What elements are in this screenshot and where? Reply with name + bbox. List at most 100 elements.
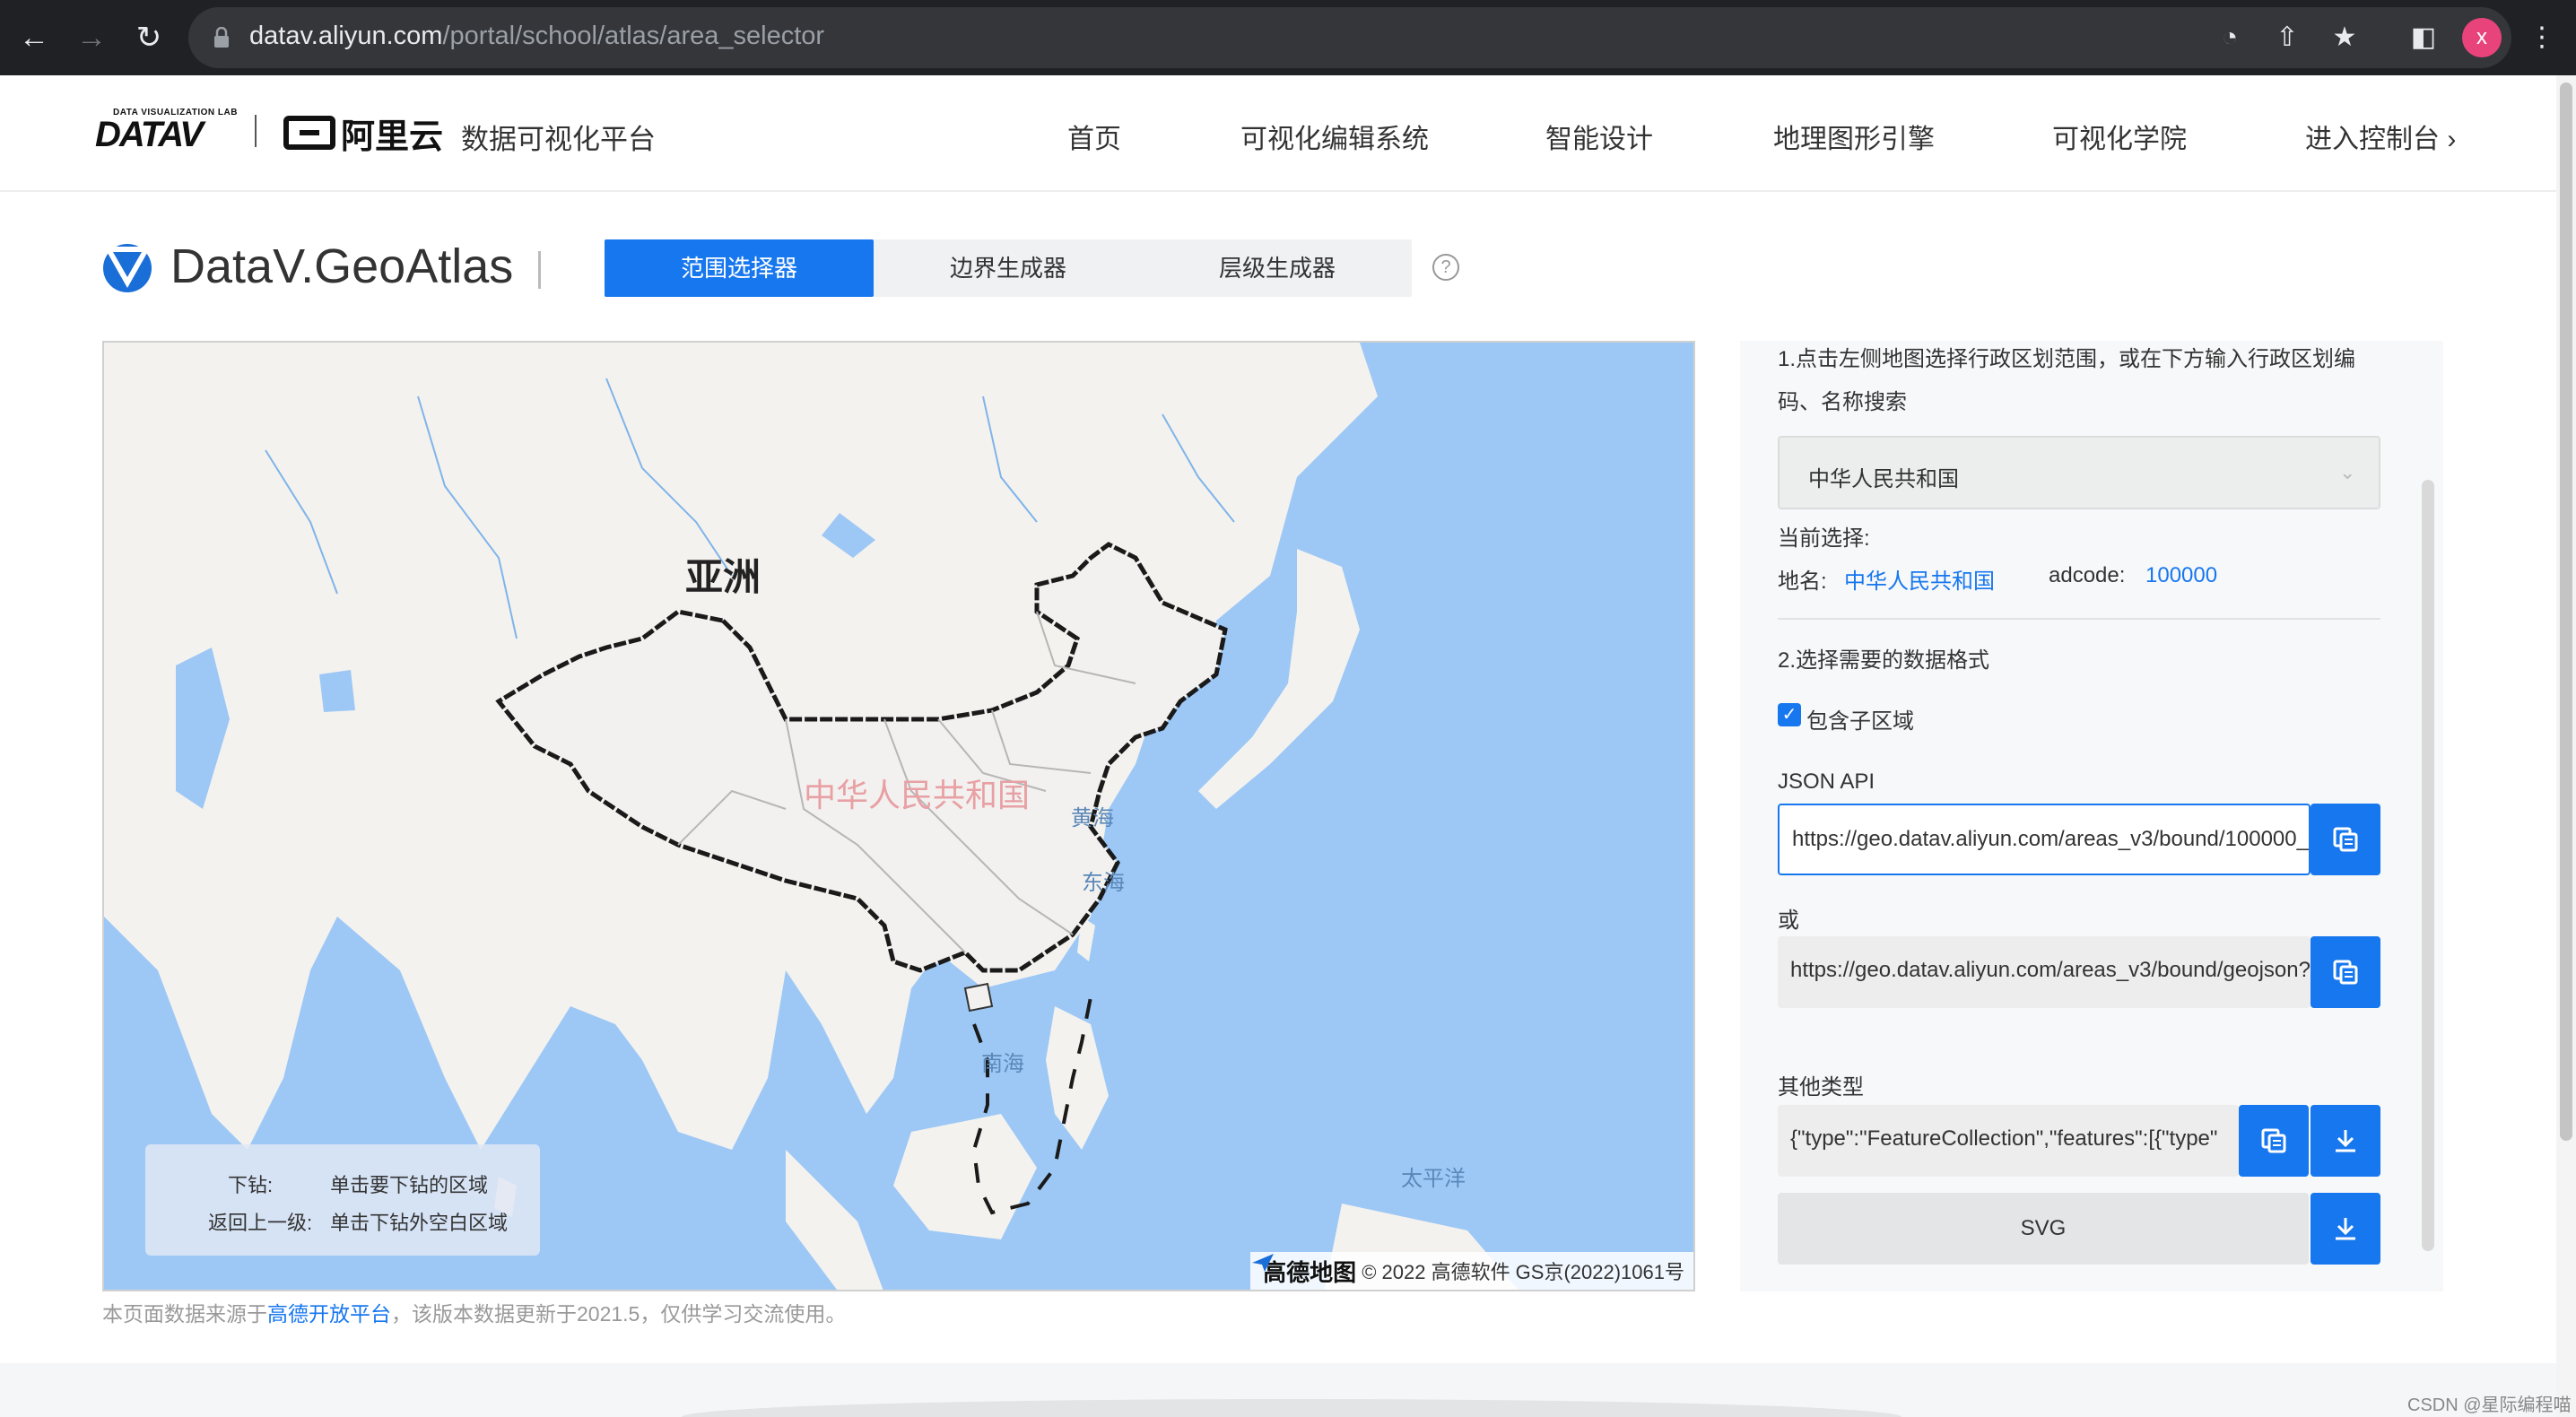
- panel-divider: [1778, 618, 2380, 620]
- copy-icon: [2333, 960, 2358, 985]
- map-label-south-sea: 南海: [981, 1052, 1024, 1076]
- land-philippines: [1046, 1006, 1109, 1150]
- nav-smart-design[interactable]: 智能设计: [1545, 117, 1653, 156]
- datav-logo[interactable]: DATA VISUALIZATION LAB DATAV: [95, 108, 237, 158]
- map-canvas[interactable]: 亚洲 中华人民共和国 黄海 东海 南海 太平洋 下钻: 单击要下钻的区域 返回上…: [102, 341, 1695, 1291]
- profile-avatar[interactable]: x: [2462, 18, 2502, 57]
- lock-icon: [214, 27, 229, 48]
- nav-editor[interactable]: 可视化编辑系统: [1240, 117, 1429, 156]
- source-note-suffix: ，该版本数据更新于2021.5，仅供学习交流使用。: [391, 1302, 847, 1326]
- address-bar[interactable]: datav.aliyun.com/portal/school/atlas/are…: [188, 7, 2511, 68]
- site-header: DATA VISUALIZATION LAB DATAV 阿里云 数据可视化平台…: [0, 75, 2556, 192]
- url-text: datav.aliyun.com/portal/school/atlas/are…: [249, 22, 825, 50]
- region-select-value: 中华人民共和国: [1808, 467, 1959, 491]
- geojson-url-field[interactable]: https://geo.datav.aliyun.com/areas_v3/bo…: [1778, 936, 2311, 1008]
- copy-icon: [2333, 827, 2358, 852]
- nav-academy[interactable]: 可视化学院: [2052, 117, 2187, 156]
- download-icon: [2336, 1218, 2355, 1240]
- json-api-label: JSON API: [1778, 769, 1875, 794]
- hint-up-value: 单击下钻外空白区域: [330, 1212, 509, 1234]
- json-api-url-field[interactable]: https://geo.datav.aliyun.com/areas_v3/bo…: [1778, 804, 2311, 875]
- help-icon[interactable]: ?: [1432, 254, 1459, 281]
- tab-area-selector[interactable]: 范围选择器: [605, 239, 874, 297]
- geoatlas-brand[interactable]: DataV.GeoAtlas: [99, 235, 513, 298]
- map-label-yellow-sea: 黄海: [1071, 806, 1114, 830]
- hint-drill-key: 下钻:: [228, 1174, 274, 1196]
- hint-up-key: 返回上一级:: [208, 1212, 313, 1234]
- geoatlas-logo-icon: [103, 244, 152, 292]
- map-attribution: 高德地图 © 2022 高德软件 GS京(2022)1061号: [1250, 1252, 1693, 1290]
- page-scrollbar-thumb[interactable]: [2560, 83, 2572, 1141]
- or-label: 或: [1778, 908, 1799, 933]
- adcode-value[interactable]: 100000: [2145, 563, 2217, 588]
- include-subregions-checkbox[interactable]: ✓: [1778, 703, 1801, 726]
- tool-tabs: 范围选择器 边界生成器 层级生成器: [605, 239, 1412, 297]
- side-panel-icon[interactable]: ◧: [2406, 20, 2441, 56]
- aliyun-mark-icon: [283, 116, 335, 150]
- place-name-label: 地名:: [1778, 569, 1827, 594]
- performance-icon[interactable]: ◔: [2212, 20, 2248, 56]
- bookmark-star-icon[interactable]: ★: [2327, 20, 2363, 56]
- geojson-content-field[interactable]: {"type":"FeatureCollection","features":[…: [1778, 1105, 2239, 1177]
- download-icon: [2336, 1130, 2355, 1152]
- geojson-url-value: https://geo.datav.aliyun.com/areas_v3/bo…: [1790, 958, 2311, 982]
- copy-icon: [2261, 1128, 2286, 1153]
- aliyun-logo[interactable]: 阿里云: [283, 111, 443, 156]
- brand-divider: [538, 251, 541, 289]
- panel-scrollbar[interactable]: [2422, 480, 2434, 1251]
- data-source-note: 本页面数据来源于高德开放平台，该版本数据更新于2021.5，仅供学习交流使用。: [102, 1297, 846, 1327]
- nav-console[interactable]: 进入控制台 ›: [2305, 117, 2456, 156]
- csdn-watermark: CSDN @星际编程喵: [2407, 1395, 2572, 1415]
- attribution-text: © 2022 高德软件 GS京(2022)1061号: [1362, 1261, 1684, 1283]
- hainan-island: [963, 982, 994, 1013]
- amap-platform-link[interactable]: 高德开放平台: [267, 1302, 391, 1326]
- browser-toolbar: ← → ↻ datav.aliyun.com/portal/school/atl…: [0, 0, 2576, 75]
- map-hint-box: 下钻: 单击要下钻的区域 返回上一级: 单击下钻外空白区域: [145, 1144, 540, 1256]
- map-label-asia: 亚洲: [685, 556, 761, 598]
- place-name-value[interactable]: 中华人民共和国: [1844, 563, 1995, 595]
- platform-name: 数据可视化平台: [461, 124, 656, 155]
- json-api-url-value: https://geo.datav.aliyun.com/areas_v3/bo…: [1792, 827, 2311, 851]
- copy-json-api-button[interactable]: [2311, 804, 2380, 875]
- current-selection-label: 当前选择:: [1778, 526, 1870, 551]
- brand-name: DataV.GeoAtlas: [170, 239, 514, 293]
- forward-icon[interactable]: →: [72, 18, 111, 57]
- tab-boundary-generator[interactable]: 边界生成器: [874, 239, 1143, 297]
- land-sumatra: [786, 1150, 883, 1290]
- step2-instruction: 2.选择需要的数据格式: [1778, 648, 1990, 673]
- source-note-prefix: 本页面数据来源于: [102, 1302, 267, 1326]
- reload-icon[interactable]: ↻: [129, 18, 169, 57]
- bay-of-bengal: [526, 1060, 651, 1204]
- map-label-country: 中华人民共和国: [804, 777, 1031, 813]
- tab-level-generator[interactable]: 层级生成器: [1143, 239, 1412, 297]
- header-divider: [255, 115, 257, 147]
- download-geojson-button[interactable]: [2311, 1105, 2380, 1177]
- copy-geojson-content-button[interactable]: [2239, 1105, 2309, 1177]
- share-icon[interactable]: ⇧: [2269, 20, 2305, 56]
- amap-logo-text: 高德地图: [1263, 1258, 1357, 1286]
- include-subregions-label[interactable]: 包含子区域: [1806, 703, 1914, 735]
- data-panel: 1.点击左侧地图选择行政区划范围，或在下方输入行政区划编 码、名称搜索 中华人民…: [1740, 341, 2443, 1291]
- geojson-content-value: {"type":"FeatureCollection","features":[…: [1790, 1126, 2218, 1151]
- logo-wordmark: DATAV: [95, 115, 204, 154]
- amap-logo-icon: [1252, 1254, 1275, 1272]
- page-scrollbar[interactable]: [2556, 75, 2576, 1417]
- map-label-east-sea: 东海: [1082, 871, 1125, 895]
- aliyun-logo-text: 阿里云: [341, 117, 444, 156]
- nav-home[interactable]: 首页: [1067, 117, 1121, 156]
- download-svg-button[interactable]: [2311, 1193, 2380, 1265]
- other-types-label: 其他类型: [1778, 1075, 1864, 1100]
- map-label-pacific: 太平洋: [1401, 1167, 1466, 1191]
- step1-instruction: 1.点击左侧地图选择行政区划范围，或在下方输入行政区划编: [1778, 347, 2356, 371]
- aral-sea: [319, 670, 355, 712]
- menu-icon[interactable]: ⋮: [2524, 20, 2560, 56]
- svg-format-field[interactable]: SVG: [1778, 1193, 2309, 1265]
- hint-drill-value: 单击要下钻的区域: [330, 1174, 489, 1196]
- chevron-down-icon: ⌄: [2339, 461, 2356, 483]
- back-icon[interactable]: ←: [14, 18, 54, 57]
- step1-instruction-cont: 码、名称搜索: [1778, 390, 1907, 414]
- copy-geojson-button[interactable]: [2311, 936, 2380, 1008]
- nav-geo-engine[interactable]: 地理图形引擎: [1773, 117, 1935, 156]
- region-select[interactable]: 中华人民共和国 ⌄: [1778, 436, 2380, 509]
- land-borneo: [893, 1114, 1037, 1239]
